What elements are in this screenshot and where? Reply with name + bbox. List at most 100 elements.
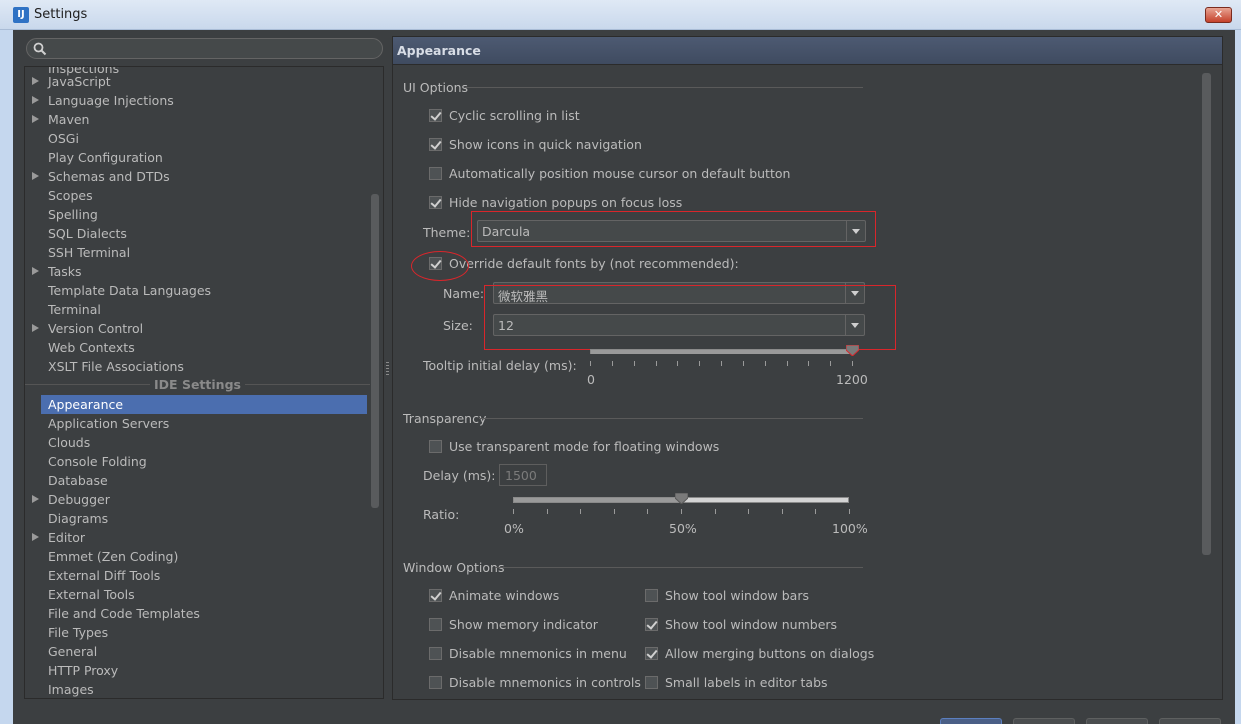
tree-item-osgi[interactable]: OSGi <box>25 129 370 148</box>
settings-tree[interactable]: Inspections JavaScript Language Injection… <box>24 66 384 699</box>
tree-scrollbar[interactable] <box>371 194 379 508</box>
tree-item-maven[interactable]: Maven <box>25 110 370 129</box>
tree-item-ssh-terminal[interactable]: SSH Terminal <box>25 243 370 262</box>
slider-tick <box>748 509 750 514</box>
small-labels-label: Small labels in editor tabs <box>665 675 828 690</box>
slider-tick <box>546 509 548 514</box>
panel-title: Appearance <box>397 43 481 58</box>
panel-scrollbar[interactable] <box>1202 73 1211 555</box>
tree-item-appearance[interactable]: Appearance <box>41 395 367 414</box>
slider-tick <box>513 509 514 514</box>
font-size-label: Size: <box>443 318 473 333</box>
expand-arrow-icon[interactable] <box>32 115 39 123</box>
splitter-handle[interactable] <box>386 362 389 376</box>
tree-item-debugger[interactable]: Debugger <box>25 490 370 509</box>
tree-item-general[interactable]: General <box>25 642 370 661</box>
slider-tick <box>655 361 657 366</box>
show-memory-checkbox[interactable] <box>429 618 442 631</box>
transparent-mode-checkbox[interactable] <box>429 440 442 453</box>
tooltip-max-label: 1200 <box>836 372 868 387</box>
tree-item-template-data-languages[interactable]: Template Data Languages <box>25 281 370 300</box>
search-icon <box>33 42 47 56</box>
tree-item-xslt-file-associations[interactable]: XSLT File Associations <box>25 357 370 376</box>
tree-item-diagrams[interactable]: Diagrams <box>25 509 370 528</box>
auto-position-label: Automatically position mouse cursor on d… <box>449 166 791 181</box>
show-tool-window-bars-checkbox[interactable] <box>645 589 658 602</box>
tree-item-web-contexts[interactable]: Web Contexts <box>25 338 370 357</box>
tree-item-terminal[interactable]: Terminal <box>25 300 370 319</box>
tree-item-emmet-zen-coding[interactable]: Emmet (Zen Coding) <box>25 547 370 566</box>
tree-item-clouds[interactable]: Clouds <box>25 433 370 452</box>
expand-arrow-icon[interactable] <box>32 77 39 85</box>
slider-thumb[interactable] <box>845 345 859 356</box>
cyclic-scrolling-checkbox[interactable] <box>429 109 442 122</box>
close-icon: ✕ <box>1213 8 1224 21</box>
hide-nav-checkbox[interactable] <box>429 196 442 209</box>
tree-item-editor[interactable]: Editor <box>25 528 370 547</box>
window-frame-left <box>0 30 13 724</box>
show-icons-checkbox[interactable] <box>429 138 442 151</box>
expand-arrow-icon[interactable] <box>32 96 39 104</box>
tree-item-sql-dialects[interactable]: SQL Dialects <box>25 224 370 243</box>
tree-item-external-diff-tools[interactable]: External Diff Tools <box>25 566 370 585</box>
section-window-options: Window Options <box>403 560 505 575</box>
tree-item-http-proxy[interactable]: HTTP Proxy <box>25 661 370 680</box>
tooltip-delay-label: Tooltip initial delay (ms): <box>423 358 577 373</box>
annotation-box <box>484 285 896 350</box>
tree-item-scopes[interactable]: Scopes <box>25 186 370 205</box>
tree-item-language-injections[interactable]: Language Injections <box>25 91 370 110</box>
show-tool-window-numbers-label: Show tool window numbers <box>665 617 838 632</box>
auto-position-checkbox[interactable] <box>429 167 442 180</box>
slider-tick <box>681 509 682 514</box>
tree-item-images[interactable]: Images <box>25 680 370 698</box>
tree-item-database[interactable]: Database <box>25 471 370 490</box>
slider-thumb[interactable] <box>674 493 688 504</box>
help-button[interactable] <box>1159 718 1221 724</box>
slider-tick <box>830 361 832 366</box>
slider-fill <box>591 350 851 354</box>
tree-item-play-configuration[interactable]: Play Configuration <box>25 148 370 167</box>
expand-arrow-icon[interactable] <box>32 324 39 332</box>
ok-button[interactable] <box>940 718 1002 724</box>
tree-item-schemas-and-dtds[interactable]: Schemas and DTDs <box>25 167 370 186</box>
allow-merging-checkbox[interactable] <box>645 647 658 660</box>
slider-tick <box>699 361 701 366</box>
ratio-tick-0: 0% <box>504 521 524 536</box>
cancel-button[interactable] <box>1013 718 1075 724</box>
ide-settings-group: IDE Settings <box>25 375 370 394</box>
tooltip-delay-slider[interactable] <box>590 349 852 354</box>
expand-arrow-icon[interactable] <box>32 533 39 541</box>
slider-tick <box>852 361 853 366</box>
slider-tick <box>786 361 788 366</box>
tree-item-tasks[interactable]: Tasks <box>25 262 370 281</box>
slider-tick <box>580 509 582 514</box>
tree-item-file-and-code-templates[interactable]: File and Code Templates <box>25 604 370 623</box>
expand-arrow-icon[interactable] <box>32 172 39 180</box>
apply-button[interactable] <box>1086 718 1148 724</box>
title-bar: IJ Settings ✕ <box>0 0 1241 30</box>
expand-arrow-icon[interactable] <box>32 495 39 503</box>
tree-item-version-control[interactable]: Version Control <box>25 319 370 338</box>
tree-item-application-servers[interactable]: Application Servers <box>25 414 370 433</box>
tooltip-min-label: 0 <box>587 372 595 387</box>
expand-arrow-icon[interactable] <box>32 267 39 275</box>
hide-nav-label: Hide navigation popups on focus loss <box>449 195 683 210</box>
disable-mnemonics-controls-checkbox[interactable] <box>429 676 442 689</box>
tree-item-file-types[interactable]: File Types <box>25 623 370 642</box>
tree-item-external-tools[interactable]: External Tools <box>25 585 370 604</box>
tree-item-console-folding[interactable]: Console Folding <box>25 452 370 471</box>
ratio-label: Ratio: <box>423 507 460 522</box>
animate-windows-label: Animate windows <box>449 588 560 603</box>
delay-input[interactable]: 1500 <box>499 464 547 486</box>
search-input[interactable] <box>26 38 383 59</box>
slider-tick <box>633 361 635 366</box>
disable-mnemonics-menu-checkbox[interactable] <box>429 647 442 660</box>
tree-item-javascript[interactable]: JavaScript <box>25 72 370 91</box>
disable-mnemonics-controls-label: Disable mnemonics in controls <box>449 675 641 690</box>
close-button[interactable]: ✕ <box>1205 7 1232 23</box>
small-labels-checkbox[interactable] <box>645 676 658 689</box>
slider-tick <box>590 361 591 366</box>
animate-windows-checkbox[interactable] <box>429 589 442 602</box>
show-tool-window-numbers-checkbox[interactable] <box>645 618 658 631</box>
tree-item-spelling[interactable]: Spelling <box>25 205 370 224</box>
